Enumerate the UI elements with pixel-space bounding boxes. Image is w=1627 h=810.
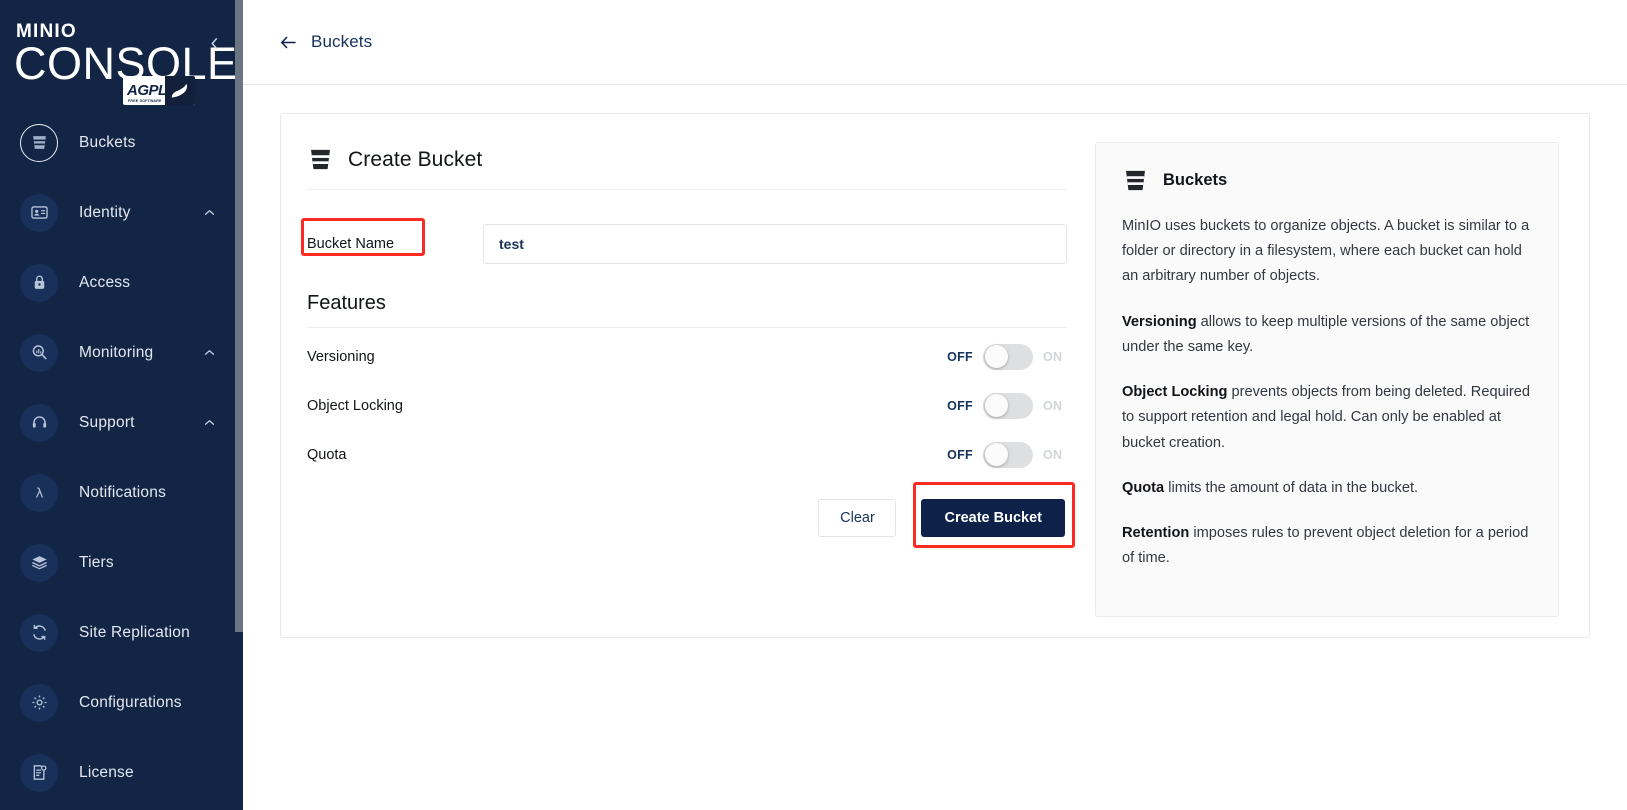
toggle-off-label: OFF <box>947 447 973 462</box>
toggle-knob <box>984 345 1008 368</box>
sidebar-item-identity[interactable]: Identity <box>0 178 243 248</box>
info-paragraph-text: limits the amount of data in the bucket. <box>1164 479 1419 496</box>
bucket-name-row: Bucket Name <box>301 218 1067 264</box>
bucket-icon <box>20 123 58 162</box>
toggle-row-versioning: Versioning OFF ON <box>307 336 1067 377</box>
info-paragraph-bold: Quota <box>1122 479 1165 496</box>
gear-icon <box>20 683 58 722</box>
info-panel-title: Buckets <box>1163 171 1228 189</box>
create-bucket-card: Create Bucket Bucket Name Features Versi… <box>280 113 1590 638</box>
sidebar-item-label: Notifications <box>79 483 167 501</box>
info-panel-header: Buckets <box>1122 167 1532 194</box>
info-panel: Buckets MinIO uses buckets to organize o… <box>1095 142 1559 617</box>
lock-icon <box>20 263 58 302</box>
info-paragraph: Quota limits the amount of data in the b… <box>1122 476 1532 501</box>
sidebar-item-license[interactable]: License <box>0 738 243 808</box>
main-content: Buckets Create Bucket Bucket Name test F… <box>243 0 1627 810</box>
info-paragraph: MinIO uses buckets to organize objects. … <box>1122 214 1532 290</box>
chevron-up-icon[interactable] <box>204 209 215 216</box>
sidebar-logo: MINIO CONSOLE AGPL FREE SOFTWARE <box>0 0 243 105</box>
sidebar-item-label: Configurations <box>79 693 182 711</box>
sidebar-item-label: Identity <box>79 203 131 221</box>
sidebar-collapse-button[interactable] <box>205 34 223 52</box>
toggle-off-label: OFF <box>947 349 973 364</box>
content-wrapper: Create Bucket Bucket Name Features Versi… <box>243 85 1627 638</box>
chevron-up-icon[interactable] <box>204 349 215 356</box>
clear-button[interactable]: Clear <box>818 499 897 537</box>
toggle-off-label: OFF <box>947 398 973 413</box>
sidebar: MINIO CONSOLE AGPL FREE SOFTWARE Buckets <box>0 0 243 810</box>
layers-icon <box>20 543 58 582</box>
sidebar-item-label: Support <box>79 413 135 431</box>
sidebar-item-notifications[interactable]: λ Notifications <box>0 458 243 528</box>
sidebar-item-label: Monitoring <box>79 343 154 361</box>
sidebar-item-site-replication[interactable]: Site Replication <box>0 598 243 668</box>
bucket-icon <box>1122 167 1149 194</box>
sidebar-item-label: Access <box>79 273 131 291</box>
headset-icon <box>20 403 58 442</box>
sidebar-item-tiers[interactable]: Tiers <box>0 528 243 598</box>
sidebar-item-label: Tiers <box>79 553 114 571</box>
page-title: Buckets <box>311 32 373 51</box>
app-root: MINIO CONSOLE AGPL FREE SOFTWARE Buckets <box>0 0 1627 810</box>
sidebar-item-label: Site Replication <box>79 623 190 641</box>
toggle-row-object-locking: Object Locking OFF ON <box>307 385 1067 426</box>
toggle-row-quota: Quota OFF ON <box>307 434 1067 475</box>
bucket-icon <box>307 146 334 173</box>
info-paragraph: Retention imposes rules to prevent objec… <box>1122 521 1532 571</box>
toggle-label: Object Locking <box>307 397 403 414</box>
sidebar-item-support[interactable]: Support <box>0 388 243 458</box>
arrow-left-icon[interactable] <box>280 36 297 49</box>
identity-card-icon <box>20 193 58 232</box>
versioning-toggle[interactable] <box>983 343 1033 370</box>
info-paragraph-bold: Versioning <box>1122 313 1197 330</box>
bucket-name-input[interactable] <box>483 224 1067 264</box>
sidebar-item-access[interactable]: Access <box>0 248 243 318</box>
agpl-label: AGPL <box>127 82 167 99</box>
refresh-cycle-icon <box>20 613 58 652</box>
sidebar-item-label: License <box>79 763 134 781</box>
lambda-icon: λ <box>20 473 58 512</box>
sidebar-item-monitoring[interactable]: Monitoring <box>0 318 243 388</box>
sidebar-menu: Buckets Identity Access Monitoring Suppo… <box>0 108 243 808</box>
features-title: Features <box>307 292 1067 328</box>
info-paragraph-text: MinIO uses buckets to organize objects. … <box>1122 218 1530 285</box>
info-paragraph: Object Locking prevents objects from bei… <box>1122 380 1532 456</box>
form-header: Create Bucket <box>307 146 1067 190</box>
toggle-label: Quota <box>307 446 347 463</box>
agpl-license-badge: AGPL FREE SOFTWARE <box>123 76 195 105</box>
form-title: Create Bucket <box>348 147 483 171</box>
toggle-on-label: ON <box>1043 398 1063 413</box>
form-actions: Clear Create Bucket <box>307 482 1075 548</box>
toggle-on-label: ON <box>1043 349 1063 364</box>
agpl-swirl-icon <box>165 76 195 105</box>
quota-toggle[interactable] <box>983 441 1033 468</box>
document-badge-icon <box>20 753 58 792</box>
bucket-name-label-wrapper: Bucket Name <box>301 218 427 256</box>
agpl-sublabel: FREE SOFTWARE <box>128 99 162 103</box>
sidebar-item-label: Buckets <box>79 133 136 151</box>
bucket-name-label: Bucket Name <box>307 236 395 252</box>
create-bucket-form: Create Bucket Bucket Name Features Versi… <box>301 142 1075 637</box>
sidebar-item-configurations[interactable]: Configurations <box>0 668 243 738</box>
page-header: Buckets <box>243 0 1627 85</box>
svg-text:λ: λ <box>35 487 43 502</box>
create-bucket-button[interactable]: Create Bucket <box>921 499 1065 537</box>
sidebar-scrollbar[interactable] <box>235 0 243 632</box>
toggle-on-label: ON <box>1043 447 1063 462</box>
object-locking-toggle[interactable] <box>983 392 1033 419</box>
magnifier-chart-icon <box>20 333 58 372</box>
toggle-knob <box>984 394 1008 417</box>
info-paragraph: Versioning allows to keep multiple versi… <box>1122 310 1532 360</box>
chevron-up-icon[interactable] <box>204 419 215 426</box>
info-paragraph-bold: Retention <box>1122 525 1190 542</box>
info-paragraph-bold: Object Locking <box>1122 384 1228 401</box>
toggle-knob <box>984 443 1008 466</box>
sidebar-item-buckets[interactable]: Buckets <box>0 108 243 178</box>
toggle-label: Versioning <box>307 348 375 365</box>
